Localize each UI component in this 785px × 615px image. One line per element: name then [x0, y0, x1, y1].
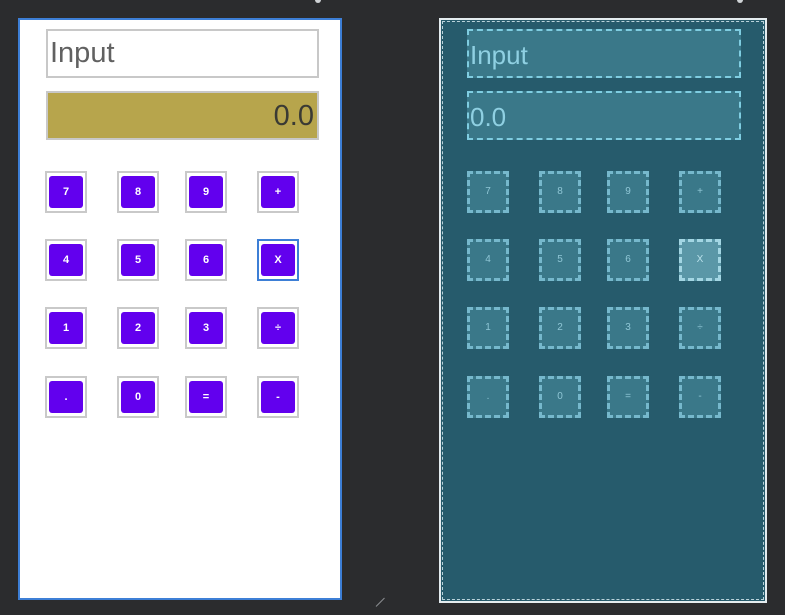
key-7-label: 7	[49, 176, 83, 208]
key-9[interactable]: 9	[185, 171, 227, 213]
key-minus-label: -	[261, 381, 295, 413]
key-5-label: 5	[121, 244, 155, 276]
key-2[interactable]: 2	[117, 307, 159, 349]
key-8-label: 8	[121, 176, 155, 208]
key-3-label: 3	[189, 312, 223, 344]
key-8[interactable]: 8	[117, 171, 159, 213]
key-2-label: 2	[121, 312, 155, 344]
key-1-label: 1	[49, 312, 83, 344]
blueprint-key-4[interactable]: 4	[467, 239, 509, 281]
blueprint-key-9[interactable]: 9	[607, 171, 649, 213]
blueprint-key-plus[interactable]: +	[679, 171, 721, 213]
panel-handle-left	[315, 0, 321, 3]
blueprint-result-display[interactable]: 0.0	[467, 91, 741, 140]
blueprint-key-3[interactable]: 3	[607, 307, 649, 349]
blueprint-key-multiply[interactable]: X	[679, 239, 721, 281]
key-plus-label: +	[261, 176, 295, 208]
key-0[interactable]: 0	[117, 376, 159, 418]
key-minus[interactable]: -	[257, 376, 299, 418]
key-3[interactable]: 3	[185, 307, 227, 349]
key-plus[interactable]: +	[257, 171, 299, 213]
blueprint-key-divide[interactable]: ÷	[679, 307, 721, 349]
blueprint-key-decimal[interactable]: .	[467, 376, 509, 418]
blueprint-input-field[interactable]: Input	[467, 29, 741, 78]
blueprint-key-7[interactable]: 7	[467, 171, 509, 213]
key-decimal[interactable]: .	[45, 376, 87, 418]
key-6[interactable]: 6	[185, 239, 227, 281]
key-7[interactable]: 7	[45, 171, 87, 213]
blueprint-key-1[interactable]: 1	[467, 307, 509, 349]
key-9-label: 9	[189, 176, 223, 208]
blueprint-key-8[interactable]: 8	[539, 171, 581, 213]
key-equals[interactable]: =	[185, 376, 227, 418]
key-decimal-label: .	[49, 381, 83, 413]
blueprint-key-0[interactable]: 0	[539, 376, 581, 418]
key-4-label: 4	[49, 244, 83, 276]
blueprint-key-equals[interactable]: =	[607, 376, 649, 418]
key-equals-label: =	[189, 381, 223, 413]
key-4[interactable]: 4	[45, 239, 87, 281]
key-0-label: 0	[121, 381, 155, 413]
key-5[interactable]: 5	[117, 239, 159, 281]
resize-handle[interactable]	[375, 597, 385, 607]
blueprint-key-minus[interactable]: -	[679, 376, 721, 418]
result-display: 0.0	[46, 91, 319, 140]
key-6-label: 6	[189, 244, 223, 276]
blueprint-key-2[interactable]: 2	[539, 307, 581, 349]
key-1[interactable]: 1	[45, 307, 87, 349]
key-divide[interactable]: ÷	[257, 307, 299, 349]
key-divide-label: ÷	[261, 312, 295, 344]
blueprint-key-5[interactable]: 5	[539, 239, 581, 281]
key-multiply-label: X	[261, 244, 295, 276]
key-multiply[interactable]: X	[257, 239, 299, 281]
input-field[interactable]: Input	[46, 29, 319, 78]
panel-handle-right	[737, 0, 743, 3]
blueprint-key-6[interactable]: 6	[607, 239, 649, 281]
